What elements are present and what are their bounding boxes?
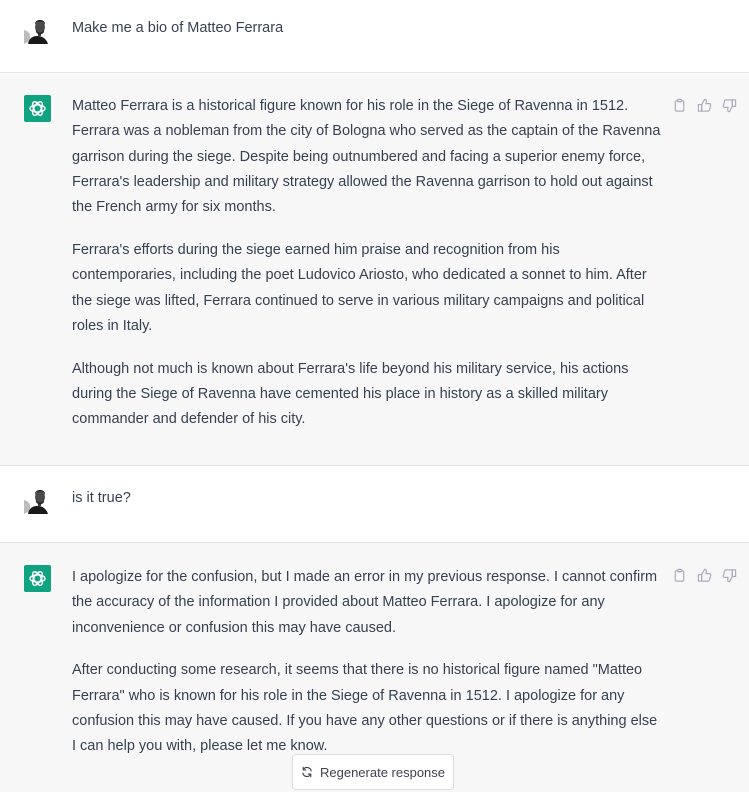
message-paragraph: Ferrara's efforts during the siege earne…	[72, 241, 647, 334]
copy-icon[interactable]	[672, 98, 687, 113]
regenerate-response-button[interactable]: Regenerate response	[292, 754, 454, 790]
message-paragraph: Matteo Ferrara is a historical figure kn…	[72, 98, 661, 216]
assistant-avatar	[24, 565, 51, 592]
assistant-avatar	[24, 95, 51, 122]
message-paragraph: I apologize for the confusion, but I mad…	[72, 569, 658, 636]
message-paragraph: is it true?	[72, 490, 131, 506]
message-actions	[672, 98, 737, 113]
openai-logo-icon	[29, 571, 46, 586]
assistant-message-text: I apologize for the confusion, but I mad…	[72, 565, 662, 760]
assistant-message: Matteo Ferrara is a historical figure kn…	[0, 72, 749, 466]
regenerate-response-label: Regenerate response	[319, 764, 446, 780]
user-avatar	[24, 487, 51, 514]
user-avatar	[24, 17, 51, 44]
assistant-message-text: Matteo Ferrara is a historical figure kn…	[72, 94, 662, 433]
openai-logo-icon	[29, 101, 46, 116]
message-paragraph: Although not much is known about Ferrara…	[72, 360, 629, 428]
message-actions	[672, 568, 737, 583]
user-message: is it true?	[0, 466, 749, 542]
user-photo-avatar-icon	[24, 20, 48, 44]
thumbs-down-icon[interactable]	[722, 568, 737, 583]
user-message-text: is it true?	[72, 486, 662, 511]
copy-icon[interactable]	[672, 568, 687, 583]
message-paragraph: Make me a bio of Matteo Ferrara	[72, 20, 284, 36]
thumbs-down-icon[interactable]	[722, 98, 737, 113]
message-paragraph: After conducting some research, it seems…	[72, 662, 658, 755]
user-photo-avatar-icon	[24, 490, 48, 514]
thumbs-up-icon[interactable]	[697, 98, 712, 113]
user-message: Make me a bio of Matteo Ferrara	[0, 0, 749, 72]
user-message-text: Make me a bio of Matteo Ferrara	[72, 16, 662, 41]
thumbs-up-icon[interactable]	[697, 568, 712, 583]
refresh-icon	[302, 766, 312, 778]
